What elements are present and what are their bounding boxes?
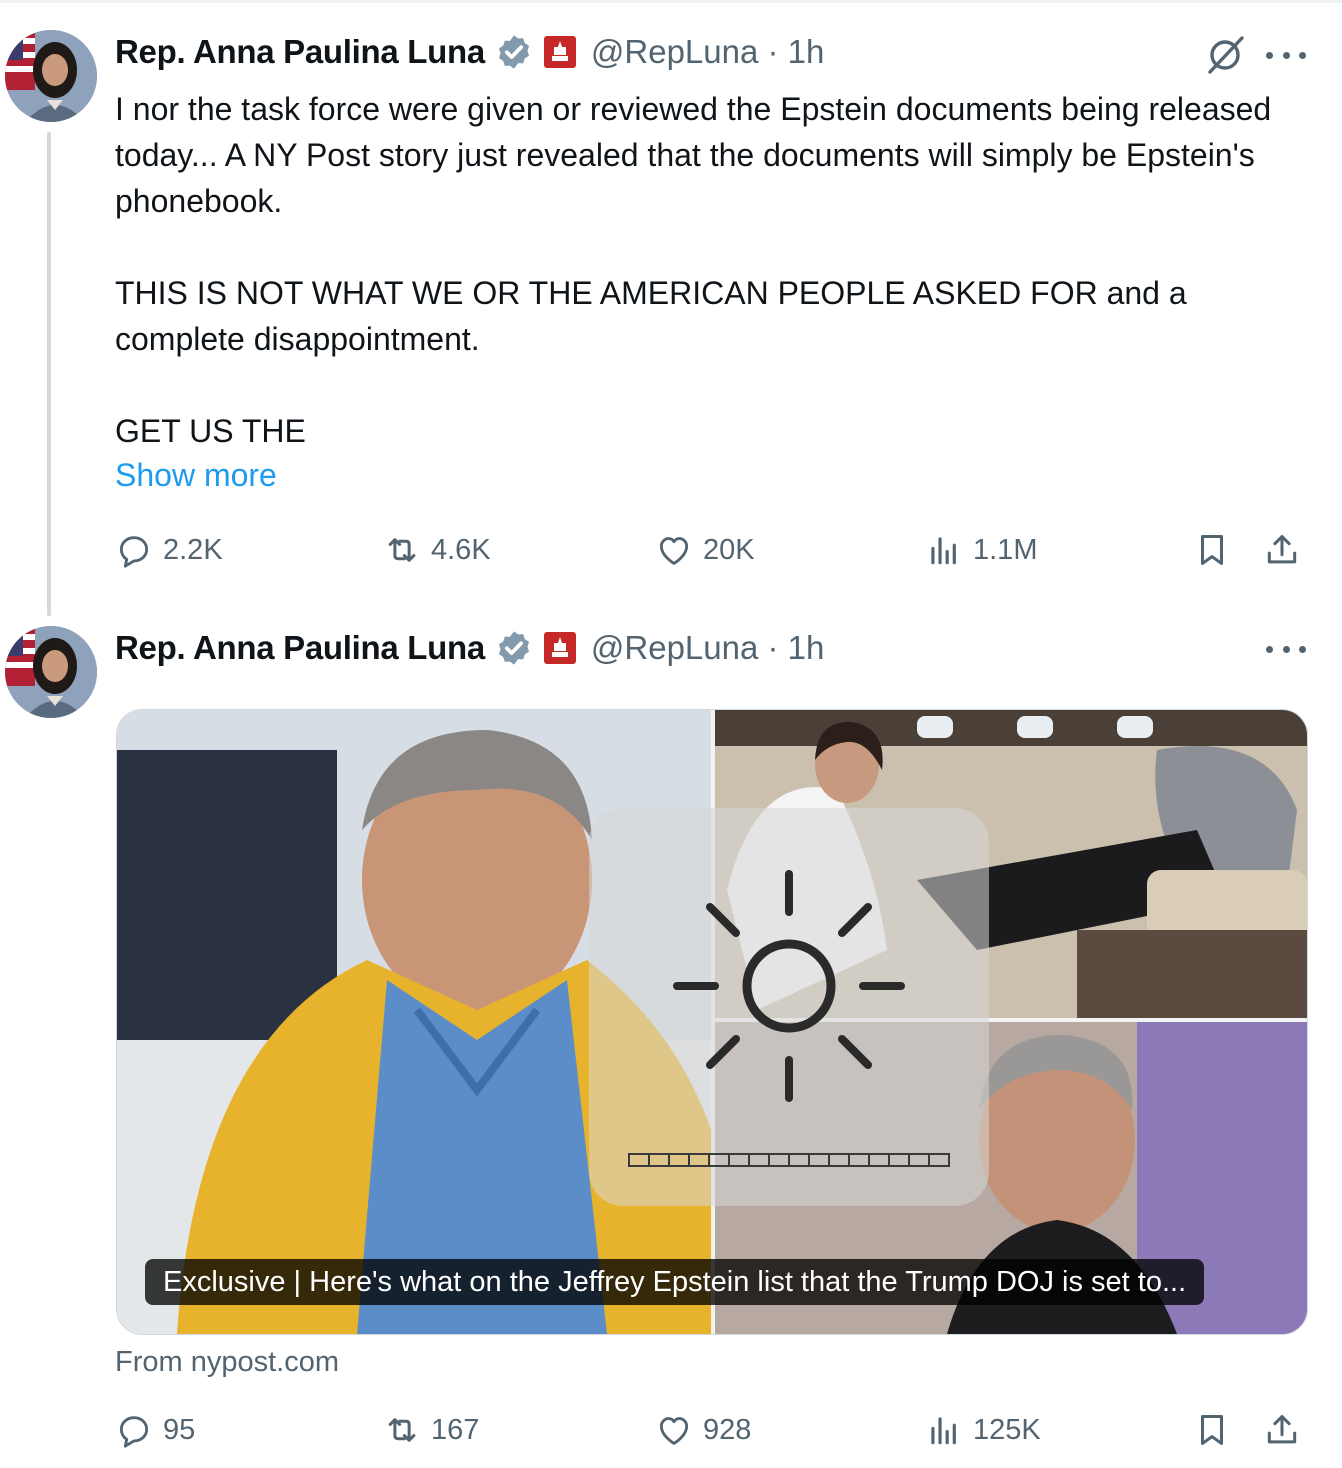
grok-icon[interactable] [1204,34,1246,76]
views-icon [931,1417,956,1445]
share-button[interactable] [1263,1408,1311,1452]
tweet-actions: 2.2K 4.6K 20K 1.1M [115,528,1315,572]
tweet-text: I nor the task force were given or revie… [115,86,1275,454]
repost-count: 4.6K [431,533,491,566]
verified-badge-icon [495,33,533,71]
bookmark-icon [1200,535,1224,565]
bookmark-icon [1200,1415,1224,1445]
handle-and-time[interactable]: @RepLuna · 1h [591,33,824,71]
tweet-paragraph: I nor the task force were given or revie… [115,91,1272,219]
reply-button[interactable]: 2.2K [115,528,223,572]
loading-overlay [589,808,989,1206]
reply-icon [119,1416,149,1448]
like-button[interactable]: 20K [655,528,755,572]
show-more-link[interactable]: Show more [115,452,277,498]
like-count: 928 [703,1413,752,1446]
repost-icon [388,1418,416,1442]
government-badge-icon [543,35,577,69]
author-avatar[interactable] [5,30,97,122]
share-icon [1267,535,1297,564]
bookmark-button[interactable] [1193,528,1241,572]
views-icon [931,537,956,565]
verified-badge-icon [495,629,533,667]
share-icon [1267,1415,1297,1444]
heart-icon [659,1417,689,1445]
author-name[interactable]: Rep. Anna Paulina Luna [115,629,485,667]
government-badge-icon [543,631,577,665]
like-count: 20K [703,533,755,566]
brightness-icon [628,870,950,1167]
tweet-paragraph: GET US THE [115,413,306,449]
handle-and-time[interactable]: @RepLuna · 1h [591,629,824,667]
top-divider [0,0,1342,3]
views-button[interactable]: 1.1M [925,528,1037,572]
tweet-header: Rep. Anna Paulina Luna @RepLuna · 1h [115,32,824,72]
views-count: 1.1M [973,533,1038,566]
link-preview-card[interactable]: Exclusive | Here's what on the Jeffrey E… [116,709,1308,1335]
like-button[interactable]: 928 [655,1408,751,1452]
card-caption: Exclusive | Here's what on the Jeffrey E… [145,1259,1205,1305]
more-options-icon[interactable] [1266,40,1306,70]
heart-icon [659,537,689,565]
author-name[interactable]: Rep. Anna Paulina Luna [115,33,485,71]
card-source[interactable]: From nypost.com [115,1342,339,1382]
repost-icon [388,538,416,562]
share-button[interactable] [1263,528,1311,572]
thread-connector [47,132,51,616]
repost-button[interactable]: 4.6K [383,528,491,572]
reply-icon [119,536,149,568]
author-avatar[interactable] [5,626,97,718]
more-options-icon[interactable] [1266,634,1306,664]
tweet-header: Rep. Anna Paulina Luna @RepLuna · 1h [115,628,824,668]
repost-count: 167 [431,1413,480,1446]
reply-count: 95 [163,1413,196,1446]
views-button[interactable]: 125K [925,1408,1041,1452]
tweet-actions: 95 167 928 125K [115,1408,1315,1452]
tweet-paragraph: THIS IS NOT WHAT WE OR THE AMERICAN PEOP… [115,275,1187,357]
reply-button[interactable]: 95 [115,1408,195,1452]
bookmark-button[interactable] [1193,1408,1241,1452]
repost-button[interactable]: 167 [383,1408,479,1452]
views-count: 125K [973,1413,1041,1446]
reply-count: 2.2K [163,533,223,566]
